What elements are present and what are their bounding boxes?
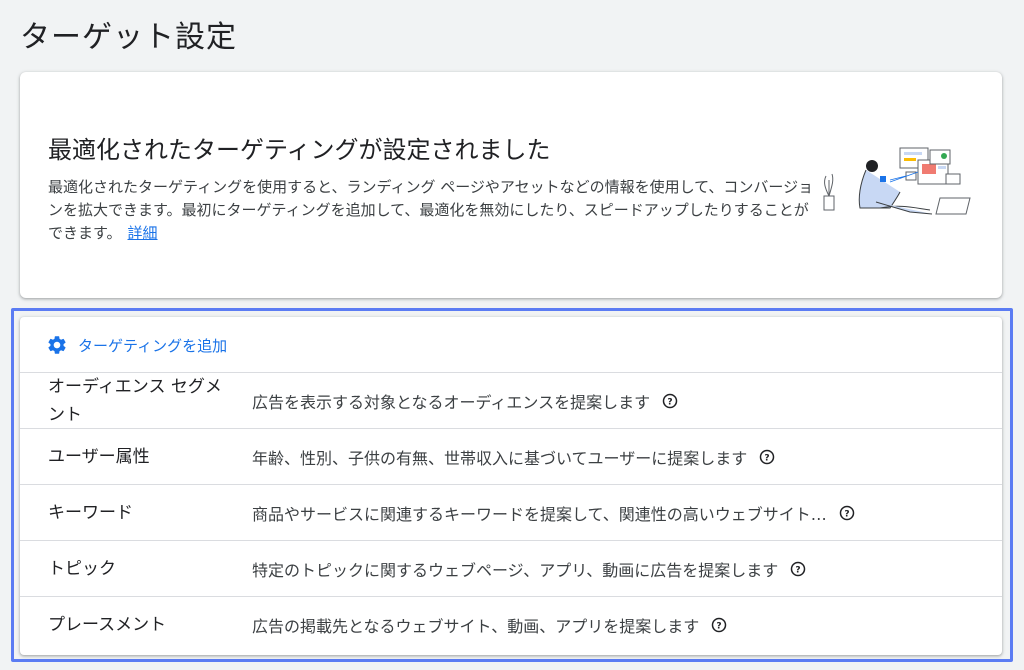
info-body-text: 最適化されたターゲティングを使用すると、ランディング ページやアセットなどの情報… [48,178,814,242]
svg-text:?: ? [667,397,672,407]
row-desc: 年齢、性別、子供の有無、世帯収入に基づいてユーザーに提案します ? [252,445,972,469]
row-desc-text: 年齢、性別、子供の有無、世帯収入に基づいてユーザーに提案します [252,448,748,468]
row-desc: 商品やサービスに関連するキーワードを提案して、関連性の高いウェブサイト… ? [252,501,972,525]
optimized-targeting-card: 最適化されたターゲティングが設定されました 最適化されたターゲティングを使用する… [20,72,1002,298]
row-demographics[interactable]: ユーザー属性 年齢、性別、子供の有無、世帯収入に基づいてユーザーに提案します ? [20,429,1002,485]
row-name: オーディエンス セグメント [48,376,222,425]
row-placements[interactable]: プレースメント 広告の掲載先となるウェブサイト、動画、アプリを提案します ? [20,597,1002,653]
add-targeting-row: ターゲティングを追加 [20,317,1002,373]
add-targeting-label: ターゲティングを追加 [78,336,228,355]
help-circle-icon[interactable]: ? [759,449,775,465]
row-name: プレースメント [48,615,167,635]
row-desc-text: 商品やサービスに関連するキーワードを提案して、関連性の高いウェブサイト… [252,504,827,524]
row-desc-text: 広告の掲載先となるウェブサイト、動画、アプリを提案します [252,617,700,636]
row-keywords[interactable]: キーワード 商品やサービスに関連するキーワードを提案して、関連性の高いウェブサイ… [20,485,1002,541]
svg-text:?: ? [765,453,770,463]
targeting-rows: オーディエンス セグメント 広告を表示する対象となるオーディエンスを提案します … [20,373,1002,653]
row-desc: 広告を表示する対象となるオーディエンスを提案します ? [252,389,972,413]
help-circle-icon[interactable]: ? [662,393,678,409]
page-title: ターゲット設定 [20,20,237,55]
row-desc-text: 特定のトピックに関するウェブページ、アプリ、動画に広告を提案します [252,560,779,580]
row-name: ユーザー属性 [48,446,150,467]
row-desc-text: 広告を表示する対象となるオーディエンスを提案します [252,392,651,412]
person-with-laptop-illustration [823,147,971,215]
gear-icon [48,336,66,354]
svg-text:?: ? [717,622,722,632]
svg-text:?: ? [844,509,849,519]
info-body: 最適化されたターゲティングを使用すると、ランディング ページやアセットなどの情報… [48,176,818,245]
add-targeting-button[interactable]: ターゲティングを追加 [46,332,227,358]
help-circle-icon[interactable]: ? [790,561,806,577]
learn-more-link[interactable]: 詳細 [128,224,158,242]
row-name: トピック [48,558,116,579]
targeting-list-card: ターゲティングを追加 オーディエンス セグメント 広告を表示する対象となるオーデ… [20,317,1002,655]
row-audience-segments[interactable]: オーディエンス セグメント 広告を表示する対象となるオーディエンスを提案します … [20,373,1002,429]
help-circle-icon[interactable]: ? [711,617,727,633]
row-name: キーワード [48,502,133,523]
info-heading: 最適化されたターゲティングが設定されました [48,136,551,164]
row-desc: 広告の掲載先となるウェブサイト、動画、アプリを提案します ? [252,613,972,637]
row-topics[interactable]: トピック 特定のトピックに関するウェブページ、アプリ、動画に広告を提案します ? [20,541,1002,597]
help-circle-icon[interactable]: ? [839,505,855,521]
svg-text:?: ? [796,565,801,575]
row-desc: 特定のトピックに関するウェブページ、アプリ、動画に広告を提案します ? [252,557,972,581]
